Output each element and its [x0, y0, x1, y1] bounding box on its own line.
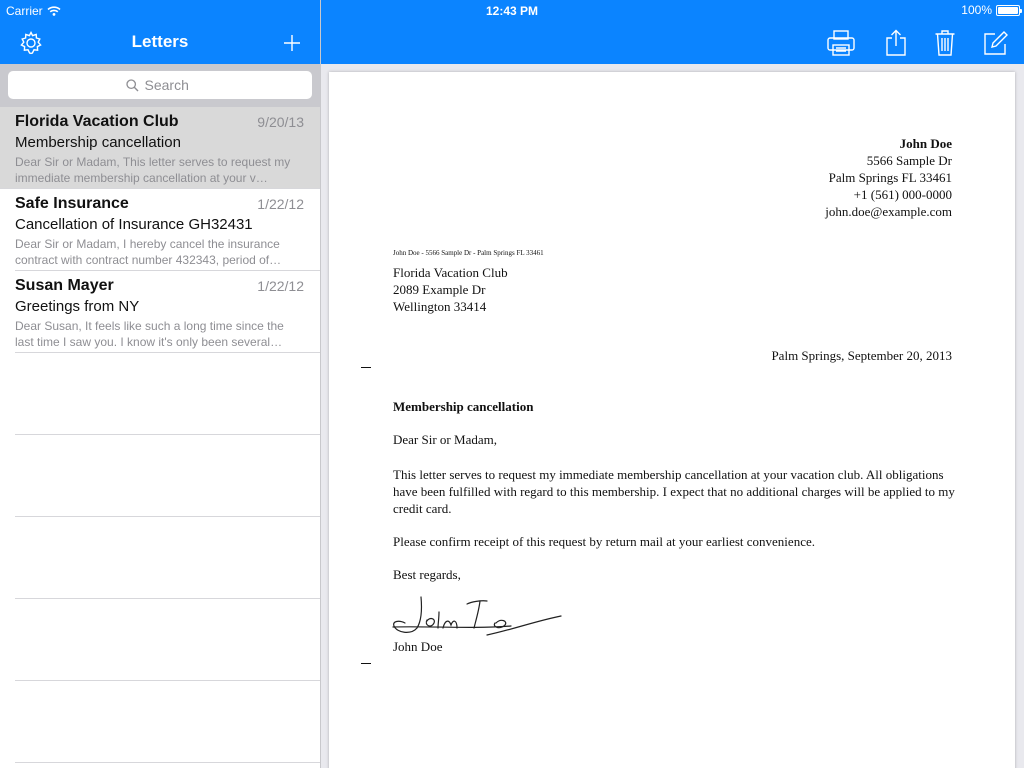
master-nav-bar: Letters [0, 20, 320, 64]
delete-button[interactable] [930, 28, 960, 58]
battery-icon [996, 4, 1022, 16]
sender-name: John Doe [899, 136, 952, 151]
battery-indicator: 100% [961, 3, 1022, 17]
letter-subject: Greetings from NY [15, 298, 140, 315]
plus-icon [284, 35, 300, 51]
signature-name: John Doe [393, 639, 443, 654]
letter-from: Susan Mayer [15, 277, 114, 294]
letter-date: 9/20/13 [257, 114, 304, 130]
closing: Best regards, [393, 567, 461, 582]
empty-list-row [15, 353, 320, 435]
letter-preview: Dear Susan, It feels like such a long ti… [15, 319, 284, 349]
place-and-date: Palm Springs, September 20, 2013 [771, 348, 952, 363]
sender-city: Palm Springs FL 33461 [828, 170, 952, 185]
body-paragraph: Please confirm receipt of this request b… [393, 534, 815, 549]
letter-row-safe-insurance[interactable]: Safe Insurance 1/22/12 Cancellation of I… [15, 189, 320, 271]
trash-icon [935, 30, 955, 56]
split-divider [320, 0, 321, 768]
add-letter-button[interactable] [277, 28, 307, 58]
clock: 12:43 PM [485, 4, 539, 18]
body-paragraph: This letter serves to request my immedia… [393, 467, 955, 516]
letter-date: 1/22/12 [257, 278, 304, 294]
recipient-address: Florida Vacation Club 2089 Example Dr We… [393, 264, 508, 315]
letter-from: Safe Insurance [15, 195, 129, 212]
battery-percent: 100% [961, 3, 992, 17]
share-icon [886, 29, 906, 56]
letter-subject: Membership cancellation [15, 134, 181, 151]
share-button[interactable] [881, 28, 911, 58]
compose-icon [984, 31, 1008, 55]
letter-document: John Doe 5566 Sample Dr Palm Springs FL … [329, 72, 1015, 768]
fold-mark [361, 367, 371, 368]
letter-subject: Cancellation of Insurance GH32431 [15, 216, 253, 233]
search-field[interactable] [8, 71, 312, 99]
search-bar [0, 64, 320, 107]
recipient-street: 2089 Example Dr [393, 282, 486, 297]
sender-email: john.doe@example.com [825, 204, 952, 219]
printer-icon [827, 30, 855, 56]
letter-subject-line: Membership cancellation [393, 399, 534, 414]
recipient-name: Florida Vacation Club [393, 265, 508, 280]
sender-phone: +1 (561) 000-0000 [853, 187, 952, 202]
recipient-city: Wellington 33414 [393, 299, 487, 314]
print-button[interactable] [826, 28, 856, 58]
letter-preview: Dear Sir or Madam, I hereby cancel the i… [15, 237, 282, 267]
empty-list-row [15, 517, 320, 599]
empty-list-row [15, 599, 320, 681]
detail-toolbar [321, 20, 1024, 64]
salutation: Dear Sir or Madam, [393, 432, 497, 447]
master-title: Letters [131, 32, 189, 51]
search-icon [125, 78, 138, 91]
letter-date: 1/22/12 [257, 196, 304, 212]
sender-address: John Doe 5566 Sample Dr Palm Springs FL … [825, 135, 952, 220]
letter-from: Florida Vacation Club [15, 113, 179, 130]
return-address-line: John Doe - 5566 Sample Dr - Palm Springs… [393, 249, 544, 257]
sender-street: 5566 Sample Dr [866, 153, 952, 168]
letter-preview: Dear Sir or Madam, This letter serves to… [15, 155, 291, 185]
compose-button[interactable] [981, 28, 1011, 58]
letter-row-susan-mayer[interactable]: Susan Mayer 1/22/12 Greetings from NY De… [15, 271, 320, 353]
empty-list-row [15, 435, 320, 517]
handwritten-signature [392, 596, 562, 636]
letter-row-florida-vacation-club[interactable]: Florida Vacation Club 9/20/13 Membership… [0, 107, 320, 189]
letters-list-pane: Florida Vacation Club 9/20/13 Membership… [0, 64, 320, 768]
empty-list-row [15, 681, 320, 763]
search-input[interactable] [144, 77, 195, 93]
fold-mark [361, 663, 371, 664]
top-bar: Carrier 12:43 PM 100% Letters [0, 0, 1024, 64]
status-bar: Carrier 12:43 PM 100% [0, 0, 1024, 20]
